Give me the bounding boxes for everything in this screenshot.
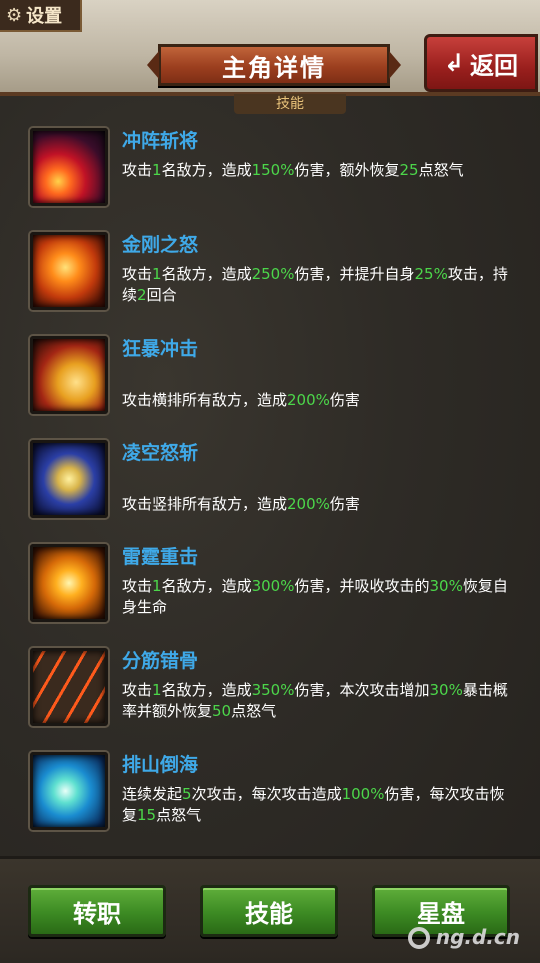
desc-text: 伤害 <box>329 391 360 409</box>
job-change-button[interactable]: 转职 <box>28 885 166 937</box>
highlight-value: 30% <box>429 577 463 595</box>
highlight-value: 100% <box>341 785 385 803</box>
back-arrow-icon: ↲ <box>443 49 465 77</box>
highlight-value: 300% <box>251 577 295 595</box>
desc-text: 攻击竖排所有敌方，造成 <box>122 495 288 513</box>
skill-item[interactable]: 排山倒海 连续发起5次攻击，每次攻击造成100%伤害，每次攻击恢复15点怒气 <box>0 744 540 844</box>
desc-text: 攻击 <box>122 681 153 699</box>
back-label: 返回 <box>470 51 519 80</box>
skill-description: 连续发起5次攻击，每次攻击造成100%伤害，每次攻击恢复15点怒气 <box>122 784 514 826</box>
skill-description: 攻击1名敌方，造成300%伤害，并吸收攻击的30%恢复自身生命 <box>122 576 514 618</box>
highlight-value: 25 <box>399 161 419 179</box>
page-title: 主角详情 <box>147 44 401 86</box>
water-vortex-icon <box>30 752 108 830</box>
skill-item[interactable]: 金刚之怒 攻击1名敌方，造成250%伤害，并提升自身25%攻击，持续2回合 <box>0 224 540 324</box>
axe-sweep-icon <box>30 336 108 414</box>
desc-text: 伤害，并吸收攻击的 <box>294 577 430 595</box>
skill-item[interactable]: 分筋错骨 攻击1名敌方，造成350%伤害，本次攻击增加30%暴击概率并额外恢复5… <box>0 640 540 740</box>
watermark: ng.d.cn <box>407 925 520 949</box>
red-slash-icon <box>30 128 108 206</box>
skill-item[interactable]: 凌空怒斩 攻击竖排所有敌方，造成200%伤害 <box>0 432 540 532</box>
skill-name: 冲阵斩将 <box>122 130 199 152</box>
skill-description: 攻击1名敌方，造成150%伤害，额外恢复25点怒气 <box>122 160 514 181</box>
settings-button[interactable]: ⚙ 设置 <box>0 0 82 32</box>
desc-text: 名敌方，造成 <box>161 577 252 595</box>
skill-description: 攻击竖排所有敌方，造成200%伤害 <box>122 494 514 515</box>
desc-text: 点怒气 <box>418 161 464 179</box>
desc-text: 攻击横排所有敌方，造成 <box>122 391 288 409</box>
gear-icon: ⚙ <box>6 4 23 26</box>
highlight-value: 30% <box>429 681 463 699</box>
highlight-value: 15 <box>137 806 157 824</box>
highlight-value: 5 <box>182 785 192 803</box>
skill-item[interactable]: 雷霆重击 攻击1名敌方，造成300%伤害，并吸收攻击的30%恢复自身生命 <box>0 536 540 636</box>
skill-name: 雷霆重击 <box>122 546 199 568</box>
claw-slash-icon <box>30 648 108 726</box>
highlight-value: 200% <box>287 391 330 409</box>
desc-text: 攻击 <box>122 577 153 595</box>
fire-fist-icon <box>30 232 108 310</box>
desc-text: 点怒气 <box>156 806 202 824</box>
highlight-value: 1 <box>152 681 162 699</box>
watermark-logo-icon <box>407 927 430 949</box>
bottom-bar: 转职 技能 星盘 ng.d.cn <box>0 856 540 963</box>
skill-name: 分筋错骨 <box>122 650 199 672</box>
desc-text: 名敌方，造成 <box>161 161 252 179</box>
highlight-value: 1 <box>152 577 162 595</box>
desc-text: 名敌方，造成 <box>161 681 252 699</box>
skill-name: 狂暴冲击 <box>122 338 199 360</box>
skill-name: 金刚之怒 <box>122 234 199 256</box>
top-bar: ⚙ 设置 主角详情 ↲ 返回 <box>0 0 540 96</box>
highlight-value: 25% <box>414 265 448 283</box>
highlight-value: 2 <box>137 286 147 304</box>
desc-text: 名敌方，造成 <box>161 265 252 283</box>
highlight-value: 1 <box>152 265 162 283</box>
fire-orb-icon <box>30 544 108 622</box>
section-tab-label: 技能 <box>234 94 346 114</box>
skill-item[interactable]: 狂暴冲击 攻击横排所有敌方，造成200%伤害 <box>0 328 540 428</box>
moon-blade-icon <box>30 440 108 518</box>
highlight-value: 1 <box>152 161 162 179</box>
desc-text: 次攻击，每次攻击造成 <box>191 785 342 803</box>
highlight-value: 350% <box>251 681 295 699</box>
desc-text: 攻击 <box>122 265 153 283</box>
desc-text: 伤害 <box>329 495 360 513</box>
skills-button[interactable]: 技能 <box>200 885 338 937</box>
desc-text: 伤害，额外恢复 <box>294 161 400 179</box>
skill-name: 排山倒海 <box>122 754 199 776</box>
desc-text: 攻击 <box>122 161 153 179</box>
back-button[interactable]: ↲ 返回 <box>424 34 538 92</box>
desc-text: 点怒气 <box>231 702 277 720</box>
highlight-value: 50 <box>212 702 232 720</box>
skill-name: 凌空怒斩 <box>122 442 199 464</box>
skill-description: 攻击1名敌方，造成350%伤害，本次攻击增加30%暴击概率并额外恢复50点怒气 <box>122 680 514 722</box>
desc-text: 连续发起 <box>122 785 183 803</box>
highlight-value: 200% <box>287 495 330 513</box>
skill-description: 攻击横排所有敌方，造成200%伤害 <box>122 390 514 411</box>
desc-text: 回合 <box>146 286 177 304</box>
desc-text: 伤害，本次攻击增加 <box>294 681 430 699</box>
desc-text: 伤害，并提升自身 <box>294 265 415 283</box>
highlight-value: 250% <box>251 265 295 283</box>
skill-description: 攻击1名敌方，造成250%伤害，并提升自身25%攻击，持续2回合 <box>122 264 514 306</box>
highlight-value: 150% <box>251 161 295 179</box>
settings-label: 设置 <box>26 6 63 27</box>
skill-item[interactable]: 冲阵斩将 攻击1名敌方，造成150%伤害，额外恢复25点怒气 <box>0 120 540 220</box>
